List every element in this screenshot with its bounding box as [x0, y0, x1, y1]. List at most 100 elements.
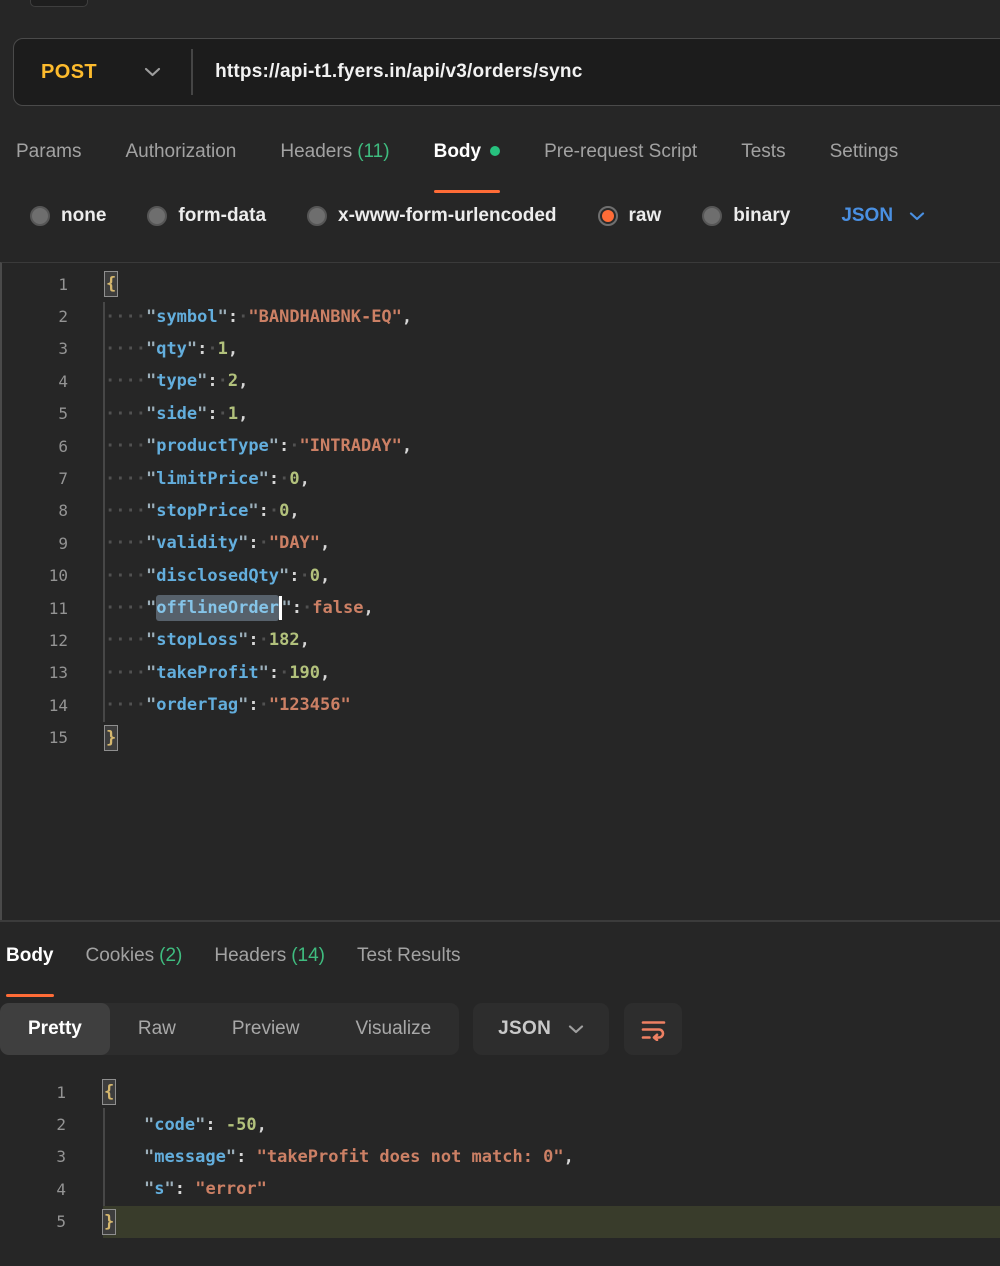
body-type-option-x-www-form-urlencoded[interactable]: x-www-form-urlencoded: [307, 205, 557, 227]
tab-settings[interactable]: Settings: [830, 140, 899, 180]
response-tab-headers[interactable]: Headers (14): [214, 944, 325, 984]
request-url-bar: POST https://api-t1.fyers.in/api/v3/orde…: [13, 38, 1000, 106]
radio-button-icon[interactable]: [597, 206, 618, 226]
word-wrap-button[interactable]: [624, 1003, 683, 1055]
code-line[interactable]: 4 " s ": "error": [0, 1173, 1000, 1205]
code-line[interactable]: 2 " code ": -50,: [0, 1108, 1000, 1140]
response-tab-body[interactable]: Body: [6, 944, 54, 997]
tab-label: Pre-request Script: [544, 141, 698, 162]
radio-button-icon[interactable]: [147, 206, 168, 226]
response-body-viewer[interactable]: 1{2 " code ": -50, 3 " message ": "takeProfit…: [0, 1076, 1000, 1242]
line-number: 10: [48, 566, 68, 586]
code-content[interactable]: ···· " stopPrice ": · 0,: [105, 501, 1000, 521]
code-line[interactable]: 5 ···· " side ": · 1,: [2, 398, 1000, 430]
radio-button-icon[interactable]: [307, 206, 328, 226]
code-line[interactable]: 15}: [2, 721, 1000, 753]
code-line[interactable]: 6 ···· " productType ": · "INTRADAY",: [2, 430, 1000, 462]
code-line[interactable]: 14 ···· " orderTag ": · "123456": [2, 689, 1000, 721]
body-type-option-raw[interactable]: raw: [597, 205, 661, 227]
code-content[interactable]: ···· " takeProfit ": · 190,: [105, 663, 1000, 683]
tab-count-badge: (11): [357, 141, 390, 162]
code-line[interactable]: 11 ···· " offlineOrder ": · false,: [2, 592, 1000, 624]
code-line[interactable]: 10 ···· " disclosedQty ": · 0,: [2, 560, 1000, 592]
code-content[interactable]: ···· " limitPrice ": · 0,: [105, 469, 1000, 489]
response-tab-cookies[interactable]: Cookies (2): [86, 944, 183, 984]
body-type-option-binary[interactable]: binary: [702, 205, 790, 227]
code-content[interactable]: ···· " disclosedQty ": · 0,: [105, 566, 1000, 586]
code-content[interactable]: ···· " qty ": · 1,: [105, 339, 1000, 359]
code-line[interactable]: 8 ···· " stopPrice ": · 0,: [2, 495, 1000, 527]
code-content[interactable]: {: [103, 271, 1000, 298]
code-content[interactable]: " message ": "takeProfit does not match: 0…: [103, 1147, 1000, 1167]
code-line[interactable]: 3 " message ": "takeProfit does not match:…: [0, 1141, 1000, 1173]
tab-body[interactable]: Body: [433, 140, 501, 193]
tab-headers[interactable]: Headers (11): [280, 140, 389, 180]
code-content[interactable]: ···· " offlineOrder ": · false,: [105, 595, 1000, 622]
body-type-option-form-data[interactable]: form-data: [147, 205, 266, 227]
response-pane-divider[interactable]: [0, 920, 1000, 922]
code-content[interactable]: ···· " productType ": · "INTRADAY",: [105, 436, 1000, 456]
code-content[interactable]: ···· " stopLoss ": · 182,: [105, 630, 1000, 650]
method-chevron-down-icon[interactable]: [144, 67, 161, 77]
code-line[interactable]: 4 ···· " type ": · 2,: [2, 365, 1000, 397]
view-visualize[interactable]: Visualize: [327, 1003, 459, 1055]
view-pretty[interactable]: Pretty: [0, 1003, 110, 1055]
response-tab-test-results[interactable]: Test Results: [357, 944, 460, 984]
code-line[interactable]: 9 ···· " validity ": · "DAY",: [2, 527, 1000, 559]
tab-label: Tests: [741, 141, 786, 162]
code-line[interactable]: 1{: [2, 268, 1000, 300]
code-line[interactable]: 5}: [0, 1205, 1000, 1238]
line-number: 4: [58, 371, 68, 391]
code-line[interactable]: 1{: [0, 1076, 1000, 1108]
code-line[interactable]: 7 ···· " limitPrice ": · 0,: [2, 462, 1000, 494]
url-input[interactable]: https://api-t1.fyers.in/api/v3/orders/sy…: [215, 61, 582, 83]
selected-text: offlineOrder: [156, 595, 280, 622]
line-number: 9: [58, 533, 68, 553]
line-number: 6: [58, 436, 68, 456]
word-wrap-icon: [640, 1018, 667, 1041]
code-content[interactable]: ···· " orderTag ": · "123456": [105, 695, 1000, 715]
code-content[interactable]: {: [101, 1079, 1000, 1106]
tab-label: Body: [433, 141, 482, 162]
radio-button-icon[interactable]: [702, 206, 723, 226]
code-content[interactable]: ···· " symbol ": · "BANDHANBNK-EQ",: [105, 307, 1000, 327]
code-content[interactable]: ···· " validity ": · "DAY",: [105, 533, 1000, 553]
line-number: 4: [56, 1179, 66, 1199]
tab-label: Headers: [280, 141, 353, 162]
tab-authorization[interactable]: Authorization: [125, 140, 236, 180]
body-format-label: JSON: [841, 205, 894, 226]
view-preview[interactable]: Preview: [204, 1003, 328, 1055]
tab-pre-request-script[interactable]: Pre-request Script: [544, 140, 697, 180]
line-number: 11: [48, 598, 68, 618]
tab-label: Authorization: [125, 141, 237, 162]
view-raw[interactable]: Raw: [110, 1003, 204, 1055]
code-line[interactable]: 13 ···· " takeProfit ": · 190,: [2, 657, 1000, 689]
line-number: 7: [58, 469, 68, 489]
code-content[interactable]: }: [103, 724, 1000, 751]
line-number: 3: [56, 1147, 66, 1167]
body-type-label: x-www-form-urlencoded: [338, 205, 557, 226]
response-format-dropdown[interactable]: JSON: [473, 1003, 610, 1055]
request-tab-remnant: [30, 0, 88, 7]
body-type-options: none form-data x-www-form-urlencoded raw bin…: [30, 198, 925, 234]
request-body-editor[interactable]: 1{2 ···· " symbol ": · "BANDHANBNK-EQ", 3 ···· " q…: [0, 262, 1000, 921]
radio-button-icon[interactable]: [30, 206, 50, 226]
code-line[interactable]: 2 ···· " symbol ": · "BANDHANBNK-EQ",: [2, 300, 1000, 332]
tab-label: Settings: [829, 141, 899, 162]
chevron-down-icon: [568, 1024, 584, 1034]
code-line[interactable]: 12 ···· " stopLoss ": · 182,: [2, 624, 1000, 656]
code-content[interactable]: }: [101, 1205, 1000, 1238]
unsaved-changes-dot-icon: [490, 146, 501, 156]
body-format-dropdown[interactable]: JSON: [841, 205, 925, 227]
method-selector[interactable]: POST: [41, 61, 97, 84]
code-line[interactable]: 3 ···· " qty ": · 1,: [2, 333, 1000, 365]
code-content[interactable]: " s ": "error": [103, 1179, 1000, 1199]
code-content[interactable]: " code ": -50,: [103, 1115, 1000, 1135]
body-type-option-none[interactable]: none: [30, 205, 106, 227]
response-view-switcher: Pretty Raw Preview Visualize: [0, 1003, 460, 1055]
tab-tests[interactable]: Tests: [741, 140, 785, 180]
code-content[interactable]: ···· " side ": · 1,: [105, 404, 1000, 424]
line-number: 8: [58, 501, 68, 521]
tab-params[interactable]: Params: [16, 140, 81, 180]
code-content[interactable]: ···· " type ": · 2,: [105, 371, 1000, 391]
